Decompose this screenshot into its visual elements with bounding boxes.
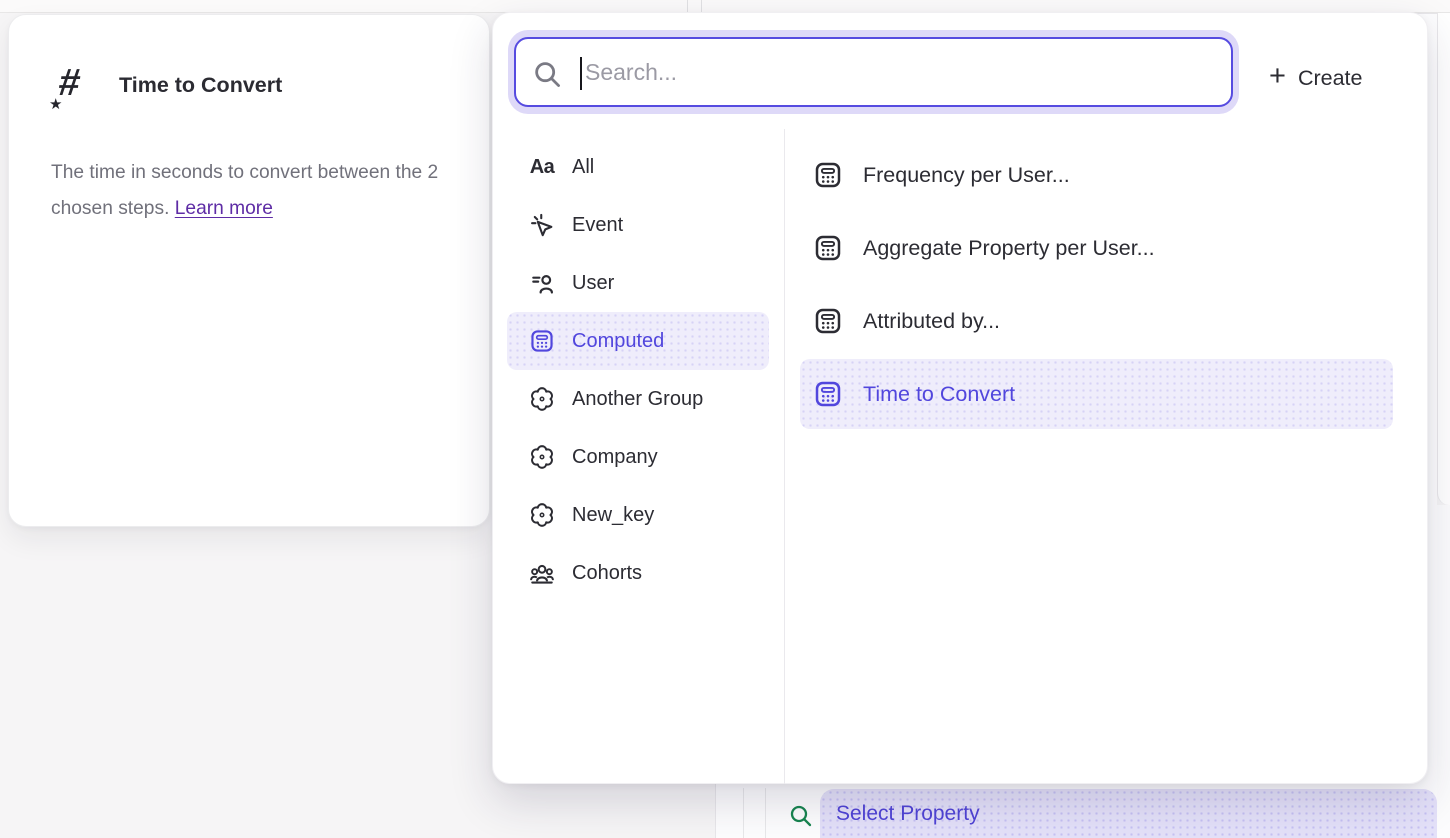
computed-icon: [813, 379, 843, 409]
category-label: New_key: [572, 504, 654, 527]
property-option-label: Frequency per User...: [863, 163, 1070, 188]
category-label: Computed: [572, 330, 664, 353]
property-picker-panel: + Create Aa All Event User Computed Anot…: [492, 12, 1428, 784]
search-icon-green: [789, 804, 812, 827]
results-list: Frequency per User... Aggregate Property…: [800, 140, 1393, 432]
sidebar-item-all[interactable]: Aa All: [507, 138, 769, 196]
create-button[interactable]: + Create: [1269, 57, 1362, 99]
create-button-label: Create: [1298, 66, 1363, 91]
tooltip-title: Time to Convert: [119, 73, 282, 98]
bg-divider: [743, 788, 744, 838]
property-option-frequency-per-user[interactable]: Frequency per User...: [800, 140, 1393, 210]
group-flower-icon: [529, 386, 555, 412]
numeric-property-icon: # ★: [49, 57, 97, 113]
picker-column-divider: [784, 129, 785, 784]
category-label: Event: [572, 214, 623, 237]
category-label: All: [572, 156, 594, 179]
bg-side-card: [1437, 13, 1450, 505]
search-field[interactable]: [514, 37, 1233, 107]
user-icon: [529, 270, 555, 296]
sidebar-item-computed[interactable]: Computed: [507, 312, 769, 370]
tooltip-description: The time in seconds to convert between t…: [51, 155, 447, 226]
computed-icon: [813, 160, 843, 190]
category-label: Another Group: [572, 388, 703, 411]
category-label: Company: [572, 446, 658, 469]
property-tooltip-card: # ★ Time to Convert The time in seconds …: [8, 14, 490, 527]
plus-icon: +: [1269, 62, 1286, 91]
sidebar-item-user[interactable]: User: [507, 254, 769, 312]
group-flower-icon: [529, 502, 555, 528]
event-click-icon: [529, 212, 555, 238]
select-property-row[interactable]: Select Property: [782, 789, 1437, 838]
property-option-time-to-convert[interactable]: Time to Convert: [800, 359, 1393, 429]
learn-more-link[interactable]: Learn more: [175, 198, 273, 219]
property-option-aggregate-property-per-user[interactable]: Aggregate Property per User...: [800, 213, 1393, 283]
cohorts-icon: [529, 560, 555, 586]
property-option-label: Time to Convert: [863, 382, 1015, 407]
sidebar-item-company[interactable]: Company: [507, 428, 769, 486]
category-label: User: [572, 272, 614, 295]
select-property-label: Select Property: [836, 802, 980, 826]
sidebar-item-cohorts[interactable]: Cohorts: [507, 544, 769, 602]
property-option-attributed-by[interactable]: Attributed by...: [800, 286, 1393, 356]
select-property-pill[interactable]: Select Property: [820, 789, 1437, 838]
category-label: Cohorts: [572, 562, 642, 585]
computed-icon: [813, 233, 843, 263]
text-aa-icon: Aa: [529, 154, 555, 180]
group-flower-icon: [529, 444, 555, 470]
bg-divider: [765, 788, 766, 838]
bg-side-area: [1437, 505, 1450, 838]
sidebar-item-new-key[interactable]: New_key: [507, 486, 769, 544]
property-option-label: Aggregate Property per User...: [863, 236, 1155, 261]
property-option-label: Attributed by...: [863, 309, 1000, 334]
sidebar-item-another-group[interactable]: Another Group: [507, 370, 769, 428]
category-sidebar: Aa All Event User Computed Another Group…: [507, 138, 769, 602]
search-input[interactable]: [516, 39, 1231, 105]
computed-icon: [529, 328, 555, 354]
text-caret: [580, 57, 582, 90]
sidebar-item-event[interactable]: Event: [507, 196, 769, 254]
computed-icon: [813, 306, 843, 336]
star-glyph: ★: [49, 95, 62, 113]
